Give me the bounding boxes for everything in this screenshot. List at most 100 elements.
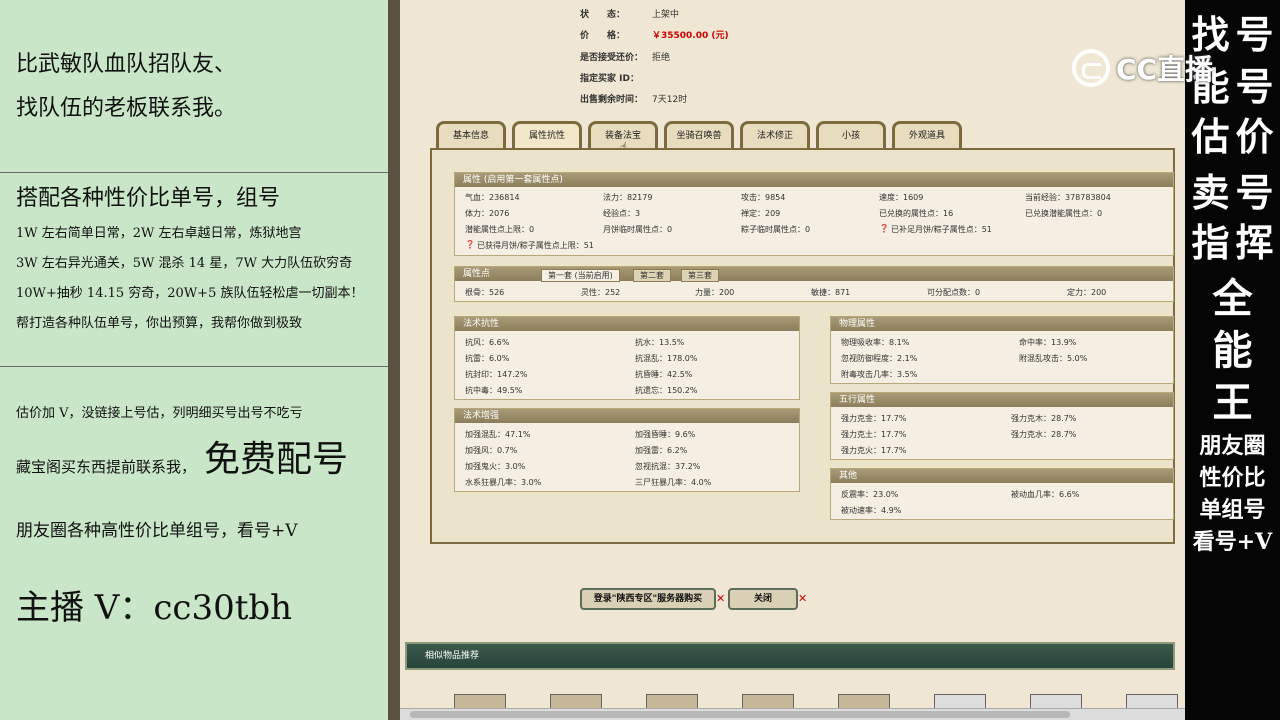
tab-child[interactable]: 小孩	[816, 121, 886, 149]
resist-cell: 抗遗忘：150.2%	[635, 386, 698, 395]
vertical-char: 号	[1235, 64, 1274, 109]
attr-cell: 禅定：209	[741, 209, 781, 218]
enhance-cell: 加强混乱：47.1%	[465, 430, 531, 439]
price-value: ￥35500.00 (元)	[652, 31, 729, 41]
tab-points-set-2[interactable]: 第二套	[633, 269, 671, 282]
info-label: 出售剩余时间：	[580, 95, 644, 105]
close-icon: ✕	[716, 592, 726, 605]
close-button[interactable]: 关闭	[728, 588, 798, 610]
wuxing-cell: 强力克水：28.7%	[1011, 430, 1077, 439]
attr-cell: 已兑换潜能属性点：0	[1025, 209, 1103, 218]
vertical-char: 能	[1212, 327, 1253, 374]
promo-line: 朋友圈	[1199, 433, 1266, 459]
help-icon[interactable]: ❓	[465, 240, 475, 249]
wuxing-cell: 强力克金：17.7%	[841, 414, 907, 423]
enhance-box: 法术增强 加强混乱：47.1% 加强昏睡：9.6% 加强风：0.7% 加强雷：6…	[454, 408, 800, 492]
help-icon[interactable]: ❓	[879, 224, 889, 233]
point-cell: 根骨：526	[465, 288, 505, 297]
treasure-pavilion-page: 状 态： 上架中 价 格： ￥35500.00 (元) 是否接受还价： 拒绝 指定买家…	[400, 0, 1185, 720]
attr-cell: 月饼临时属性点：0	[603, 225, 673, 234]
promo-line: 看号+V	[1192, 529, 1273, 555]
cangbao-line: 藏宝阁买东西提前联系我，	[16, 458, 197, 476]
info-value: 7天12时	[652, 95, 688, 105]
attr-cell: 已补足月饼/粽子属性点：51	[891, 225, 992, 234]
horizontal-scrollbar[interactable]	[400, 708, 1185, 720]
promo-line: 单组号	[1199, 497, 1266, 523]
attr-cell: 当前经验：378783804	[1025, 193, 1111, 202]
physical-cell: 物理吸收率：8.1%	[841, 338, 910, 347]
appraise-line: 估价加 V，没链接上号估，列明细买号出号不吃亏	[16, 406, 303, 421]
enhance-cell: 水系狂暴几率：3.0%	[465, 478, 542, 487]
resist-header: 法术抗性	[455, 317, 799, 331]
other-box: 其他 反震率：23.0% 被动血几率：6.6% 被动速率：4.9%	[830, 468, 1174, 520]
login-buy-button[interactable]: 登录"陕西专区"服务器购买	[580, 588, 716, 610]
point-cell: 可分配点数：0	[927, 288, 981, 297]
moments-line: 朋友圈各种高性价比单组号，看号+V	[16, 521, 298, 541]
vertical-char: 王	[1212, 379, 1253, 426]
attr-cell: 潜能属性点上限：0	[465, 225, 535, 234]
promo-line: 性价比	[1199, 465, 1266, 491]
enhance-cell: 加强雷：6.2%	[635, 446, 688, 455]
enhance-header: 法术增强	[455, 409, 799, 423]
attr-cell: 体力：2076	[465, 209, 510, 218]
other-cell: 被动血几率：6.6%	[1011, 490, 1080, 499]
divider-line	[0, 366, 388, 367]
info-row-time-left: 出售剩余时间： 7天12时	[580, 92, 687, 105]
point-cell: 力量：200	[695, 288, 735, 297]
vertical-char: 挥	[1235, 220, 1274, 265]
tab-mounts-pets[interactable]: 坐骑召唤兽	[664, 121, 734, 149]
physical-cell: 附毒攻击几率：3.5%	[841, 370, 918, 379]
deals-heading: 搭配各种性价比单号，组号	[16, 186, 281, 211]
info-label: 状 态：	[580, 10, 626, 20]
physical-cell: 忽视防御程度：2.1%	[841, 354, 918, 363]
points-box: 属性点 第一套 (当前启用) 第二套 第三套 根骨：526 灵性：252 力量：…	[454, 266, 1174, 302]
free-matching: 免费配号	[204, 439, 349, 480]
info-row-bargain: 是否接受还价： 拒绝	[580, 50, 670, 63]
tab-attributes[interactable]: 属性抗性	[512, 121, 582, 149]
resist-cell: 抗风：6.6%	[465, 338, 510, 347]
logo-text: CC直播	[1116, 53, 1214, 86]
attr-cell: 已获得月饼/粽子属性点上限：51	[477, 241, 594, 250]
tab-points-set-1[interactable]: 第一套 (当前启用)	[541, 269, 620, 282]
deal-line: 帮打造各种队伍单号，你出预算，我帮你做到极致	[16, 316, 303, 331]
points-title: 属性点	[463, 269, 491, 279]
other-cell: 被动速率：4.9%	[841, 506, 902, 515]
tab-basic-info[interactable]: 基本信息	[436, 121, 506, 149]
point-cell: 定力：200	[1067, 288, 1107, 297]
similar-items-bar: 相似物品推荐	[405, 642, 1175, 670]
cc-logo-icon	[1072, 49, 1110, 87]
deal-line: 10W+抽秒 14.15 穷奇，20W+5 族队伍轻松虐一切副本！	[16, 286, 364, 301]
resist-cell: 抗雷：6.0%	[465, 354, 510, 363]
tab-points-set-3[interactable]: 第三套	[681, 269, 719, 282]
wuxing-cell: 强力克木：28.7%	[1011, 414, 1077, 423]
resist-cell: 抗中毒：49.5%	[465, 386, 523, 395]
physical-cell: 附混乱攻击：5.0%	[1019, 354, 1088, 363]
cc-live-logo: CC直播	[1072, 48, 1213, 88]
deal-line: 1W 左右简单日常，2W 左右卓越日常，炼狱地宫	[16, 226, 302, 241]
point-cell: 灵性：252	[581, 288, 621, 297]
resist-cell: 抗混乱：178.0%	[635, 354, 698, 363]
attr-cell: 经验点：3	[603, 209, 641, 218]
recruit-line-1: 比武敏队血队招队友、	[16, 52, 237, 77]
vertical-char: 号	[1235, 170, 1274, 215]
attributes-panel: 属性 (启用第一套属性点) 气血：236814 法力：82179 攻击：9854…	[430, 148, 1175, 544]
wuxing-cell: 强力克火：17.7%	[841, 446, 907, 455]
tab-appearance[interactable]: 外观道具	[892, 121, 962, 149]
other-header: 其他	[831, 469, 1173, 483]
vertical-char: 全	[1212, 275, 1253, 322]
stream-overlay-right: 找 号 能 号 估 价 卖 号 指 挥 全 能 王 朋友圈 性价比 单组号 看号…	[1185, 0, 1280, 720]
recruit-line-2: 找队伍的老板联系我。	[16, 96, 237, 121]
resist-cell: 抗封印：147.2%	[465, 370, 528, 379]
tab-spell-mod[interactable]: 法术修正	[740, 121, 810, 149]
scrollbar-thumb[interactable]	[410, 711, 1070, 718]
wuxing-cell: 强力克土：17.7%	[841, 430, 907, 439]
attr-cell: 法力：82179	[603, 193, 653, 202]
wuxing-box: 五行属性 强力克金：17.7% 强力克木：28.7% 强力克土：17.7% 强力…	[830, 392, 1174, 460]
info-label: 指定买家 ID：	[580, 74, 639, 84]
window-border	[388, 0, 400, 720]
similar-items-title: 相似物品推荐	[425, 651, 480, 661]
wuxing-header: 五行属性	[831, 393, 1173, 407]
info-label: 是否接受还价：	[580, 53, 644, 63]
resist-box: 法术抗性 抗风：6.6% 抗水：13.5% 抗雷：6.0% 抗混乱：178.0%…	[454, 316, 800, 400]
info-value: 拒绝	[652, 53, 671, 63]
